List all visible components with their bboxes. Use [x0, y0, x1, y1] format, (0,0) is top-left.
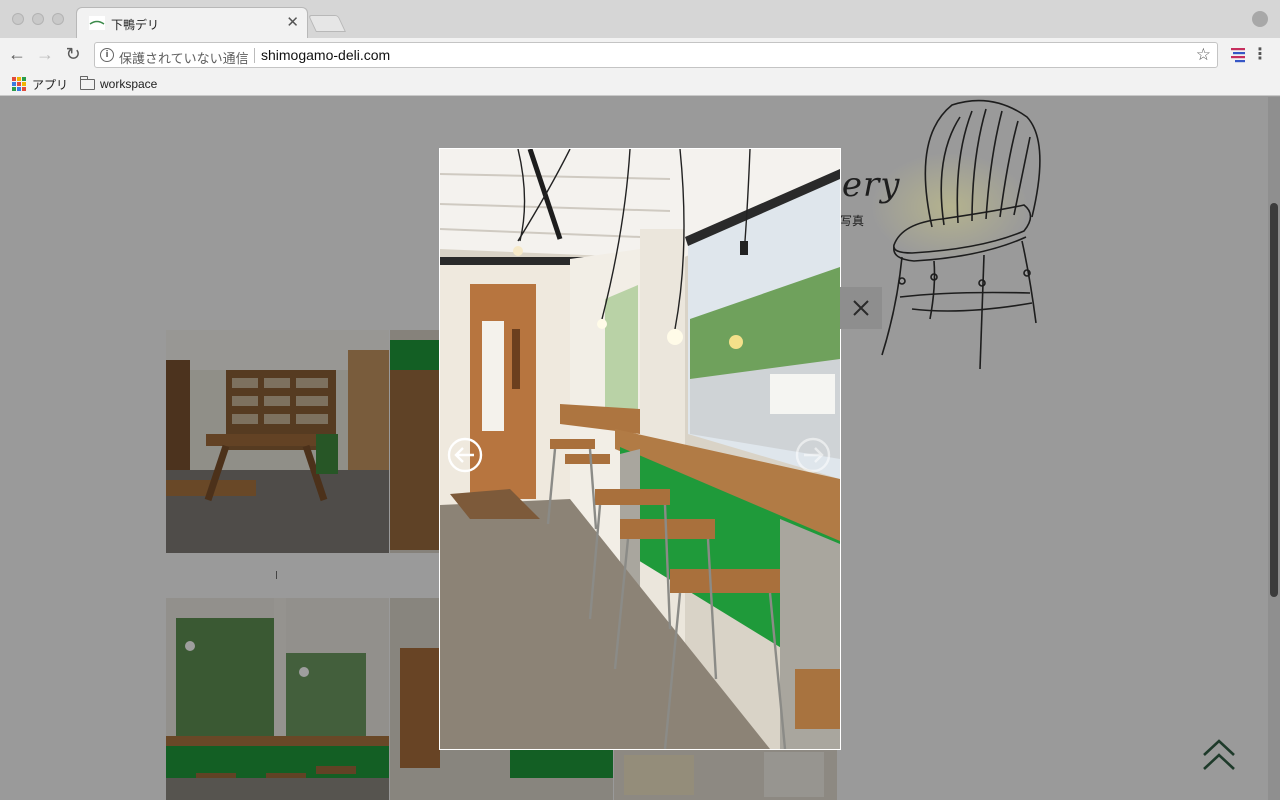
- apps-grid-icon: [12, 77, 26, 91]
- bookmark-apps-label: アプリ: [32, 77, 69, 92]
- bookmark-folder-workspace[interactable]: workspace: [80, 75, 157, 93]
- scrollbar-thumb[interactable]: [1270, 203, 1278, 597]
- reload-icon[interactable]: ↻: [62, 43, 84, 65]
- circle-arrow-right-icon[interactable]: [795, 437, 831, 473]
- window-zoom-button[interactable]: [52, 13, 64, 25]
- circle-arrow-left-icon[interactable]: [447, 437, 483, 473]
- info-icon[interactable]: i: [100, 48, 114, 62]
- bookmark-apps[interactable]: アプリ: [12, 75, 68, 93]
- security-status: 保護されていない通信: [119, 51, 249, 66]
- omnibox-divider: [254, 48, 255, 63]
- profile-icon[interactable]: [1252, 11, 1268, 27]
- chair-illustration: [881, 99, 1041, 370]
- new-tab-button[interactable]: [308, 15, 346, 32]
- gallery-thumbnail[interactable]: [614, 747, 837, 800]
- extension-icon[interactable]: [1229, 47, 1247, 63]
- gallery-thumbnail[interactable]: [166, 598, 389, 800]
- close-icon: [853, 300, 869, 316]
- star-icon[interactable]: ☆: [1196, 45, 1211, 65]
- lightbox-photo: [440, 149, 840, 749]
- lightbox-close-button[interactable]: [840, 287, 882, 329]
- browser-titlebar: 下鴨デリ ✕: [0, 0, 1280, 38]
- double-chevron-up-icon[interactable]: [1200, 737, 1238, 771]
- back-arrow-icon[interactable]: ←: [6, 43, 28, 65]
- bookmarks-bar: アプリ workspace: [0, 72, 1280, 96]
- browser-toolbar: ← → ↻ i 保護されていない通信 shimogamo-deli.com ☆: [0, 38, 1280, 72]
- window-close-button[interactable]: [12, 13, 24, 25]
- bookmark-folder-label: workspace: [100, 77, 158, 91]
- address-bar[interactable]: i 保護されていない通信 shimogamo-deli.com ☆: [94, 42, 1218, 68]
- window-minimize-button[interactable]: [32, 13, 44, 25]
- gallery-thumbnail[interactable]: [166, 330, 389, 553]
- lightbox-modal: [439, 148, 841, 750]
- tab-close-icon[interactable]: ✕: [286, 13, 299, 31]
- favicon-icon: [89, 16, 105, 30]
- url-text[interactable]: shimogamo-deli.com: [261, 47, 390, 63]
- forward-arrow-icon[interactable]: →: [34, 43, 56, 65]
- caption-divider: [276, 571, 277, 579]
- tab-title: 下鴨デリ: [111, 18, 160, 32]
- gallery-subheading: 写真: [840, 214, 865, 228]
- folder-icon: [80, 75, 95, 90]
- kebab-menu-icon[interactable]: ⋮: [1252, 44, 1268, 64]
- browser-tab-active[interactable]: 下鴨デリ ✕: [76, 7, 308, 38]
